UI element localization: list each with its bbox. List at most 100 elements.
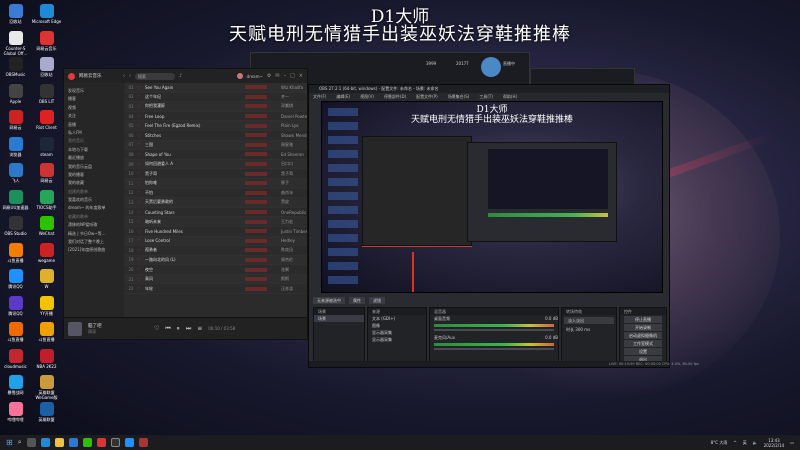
maximize-icon[interactable]: □: [290, 73, 295, 79]
mic-icon[interactable]: ♪: [179, 73, 182, 79]
lang-indicator[interactable]: 英: [743, 440, 747, 446]
heart-icon[interactable]: ♡: [137, 152, 145, 157]
source-item[interactable]: 文本 (GDI+): [368, 315, 426, 322]
desktop-icon[interactable]: YY开播: [31, 295, 62, 321]
search-icon[interactable]: ⌕: [18, 438, 22, 447]
playlist-icon[interactable]: ≡: [197, 325, 202, 332]
volume-icon[interactable]: 🔈: [753, 440, 758, 445]
song-artist[interactable]: 陈奕迅: [271, 247, 307, 253]
music-app-window[interactable]: 网易云音乐 ‹ › 搜索 ♪ dream~ ⚙ ✉ – □ × 发现音乐 播客 视频…: [63, 68, 308, 340]
pause-icon[interactable]: ⏸: [177, 325, 180, 333]
menu-item[interactable]: 文件(F): [313, 93, 326, 100]
song-artist[interactable]: Justin Timberlake: [271, 229, 307, 234]
desktop-icon[interactable]: TIOCS助手: [31, 189, 62, 215]
song-artist[interactable]: 花粥: [271, 267, 307, 273]
task-view-icon[interactable]: [26, 438, 36, 447]
obs-taskbar-icon[interactable]: [110, 438, 120, 447]
control-button[interactable]: 停止直播: [624, 316, 662, 323]
table-row[interactable]: 21 ♡ 乘风 斯斯: [125, 274, 307, 285]
heart-icon[interactable]: ♡: [137, 114, 145, 119]
menu-item[interactable]: 停靠部件(D): [384, 93, 406, 100]
song-artist[interactable]: 齐一: [271, 94, 307, 100]
song-artist[interactable]: 邓紫棋: [271, 103, 307, 109]
desktop-icon[interactable]: 网易云: [0, 110, 31, 135]
desktop-icon[interactable]: WeChat: [31, 216, 62, 241]
start-icon[interactable]: ⊞: [6, 438, 13, 447]
table-row[interactable]: 06♡Stitches Shawn Mendes: [125, 131, 307, 141]
close-icon[interactable]: ×: [299, 73, 303, 79]
desktop-icon[interactable]: 飞人: [0, 163, 31, 188]
edge-taskbar-icon[interactable]: [40, 438, 50, 447]
menu-item[interactable]: 帮助(H): [503, 93, 517, 100]
sidebar-item[interactable]: 直播: [68, 121, 120, 129]
duration-input[interactable]: 300 ms: [575, 327, 590, 332]
song-artist[interactable]: 王力宏: [271, 219, 307, 225]
scene-item[interactable]: 场景: [314, 315, 364, 322]
desktop-icon[interactable]: 哔哩哔哩: [0, 401, 31, 427]
heart-icon[interactable]: ♡: [137, 162, 145, 167]
sidebar-item[interactable]: [2021]年度原创歌曲: [68, 246, 120, 254]
source-item[interactable]: 显示器采集: [368, 336, 426, 343]
desktop-icon[interactable]: 网易UU加速器: [0, 189, 31, 215]
table-row[interactable]: 20 ♡ 夜空 花粥: [125, 265, 307, 275]
volume-slider[interactable]: [434, 348, 554, 350]
heart-icon[interactable]: ♡: [137, 104, 145, 109]
heart-icon[interactable]: ♡: [137, 257, 145, 262]
song-artist[interactable]: 胖子: [271, 180, 307, 186]
desktop-icon[interactable]: NBA 2K22: [31, 348, 62, 374]
tab-2[interactable]: 滤镜: [369, 297, 385, 304]
desktop-icon[interactable]: 回收站: [31, 57, 62, 82]
desktop-icon[interactable]: 英雄联盟: [31, 401, 62, 427]
heart-icon[interactable]: ♡: [137, 267, 145, 272]
song-artist[interactable]: 曲肖冰: [271, 190, 307, 196]
song-artist[interactable]: OneRepublic: [271, 210, 307, 215]
control-button[interactable]: 工作室模式: [624, 340, 662, 347]
source-item[interactable]: 图像: [368, 322, 426, 329]
song-artist[interactable]: Ed Sheeran: [271, 152, 307, 157]
table-row[interactable]: 05 ♡ Feel The Fire (Egzod Remix) Plain Lyo: [125, 121, 307, 131]
table-row[interactable]: 15 ♡ 暗听未来 王力宏: [125, 217, 307, 227]
sidebar-item[interactable]: dream~ 的年度歌单: [68, 204, 120, 212]
notification-icon[interactable]: ▭: [790, 440, 794, 445]
desktop-icon[interactable]: Riot Client: [31, 110, 62, 135]
like-icon[interactable]: ♡: [154, 325, 159, 332]
table-row[interactable]: 08 ♡ Shape of You Ed Sheeran: [125, 150, 307, 160]
heart-icon[interactable]: ♡: [137, 200, 145, 205]
next-icon[interactable]: ⏭: [186, 325, 191, 333]
sidebar-item[interactable]: 漂移的NP爱听歌: [68, 221, 120, 229]
song-artist[interactable]: 周星驰: [271, 142, 307, 148]
game-taskbar-icon[interactable]: [138, 438, 148, 447]
table-row[interactable]: 17 ♡ Lose Control Hedley: [125, 236, 307, 247]
sidebar-item[interactable]: 播客: [68, 95, 120, 103]
sidebar-item[interactable]: 我的音乐云盘: [68, 163, 120, 171]
qq-taskbar-icon[interactable]: [124, 438, 134, 447]
desktop-icon[interactable]: cloudmusic: [0, 348, 31, 374]
sidebar-item[interactable]: 我的播客: [68, 171, 120, 179]
song-artist[interactable]: Shawn Mendes: [271, 133, 307, 138]
table-row[interactable]: 14 ♡ Counting Stars OneRepublic: [125, 208, 307, 218]
heart-icon[interactable]: ♡: [137, 85, 145, 90]
table-row[interactable]: 19 ♡ 一路向北的风 (L) 周杰伦: [125, 255, 307, 266]
song-artist[interactable]: 吕口口: [271, 161, 307, 167]
heart-icon[interactable]: ♡: [137, 238, 145, 243]
desktop-icon[interactable]: wegame: [31, 242, 62, 268]
desktop-icon[interactable]: 网易云: [31, 163, 62, 188]
sidebar-item[interactable]: 精选 | 节日Ow~等…: [68, 230, 120, 238]
explorer-taskbar-icon[interactable]: [54, 438, 64, 447]
back-icon[interactable]: ‹: [123, 73, 125, 79]
sidebar-item[interactable]: 我们对话了整个晚上: [68, 238, 120, 246]
heart-icon[interactable]: ♡: [137, 123, 145, 128]
sidebar-item[interactable]: 发现音乐: [68, 87, 120, 95]
heart-icon[interactable]: ♡: [137, 210, 145, 215]
sidebar-item[interactable]: 最近播放: [68, 154, 120, 162]
table-row[interactable]: 04 ♡ Free Loop Daniel Powter: [125, 112, 307, 122]
table-row[interactable]: 12 ♡ 不怕 曲肖冰: [125, 189, 307, 199]
user-avatar[interactable]: [236, 73, 243, 79]
mail-icon[interactable]: ✉: [275, 73, 279, 79]
heart-icon[interactable]: ♡: [137, 286, 145, 291]
weather-text[interactable]: 8°C 大雨: [711, 440, 728, 446]
song-artist[interactable]: 黑皮: [271, 199, 307, 205]
menu-item[interactable]: 编辑(E): [336, 93, 350, 100]
tray-chevron-icon[interactable]: ^: [733, 440, 736, 445]
heart-icon[interactable]: ♡: [137, 277, 145, 282]
